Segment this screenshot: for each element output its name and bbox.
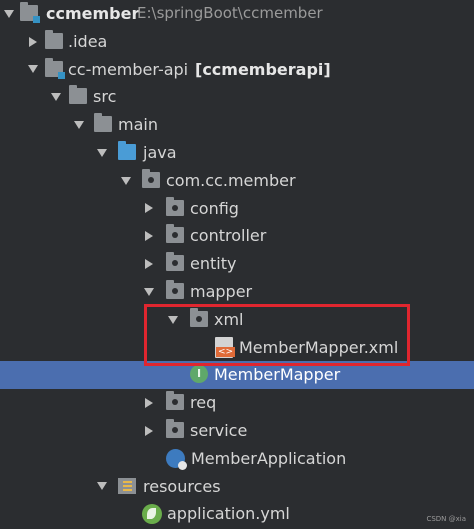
folder-icon [94,113,112,133]
source-folder-icon [118,140,136,160]
module-folder-icon [20,2,40,23]
watermark: CSDN @xia [426,515,466,523]
spring-boot-class-icon [166,448,187,470]
package-icon [166,224,184,244]
chevron-down-icon[interactable] [49,83,63,111]
chevron-down-icon[interactable] [142,278,156,306]
package-icon [190,307,208,327]
tree-row-xml[interactable]: xml [0,306,474,334]
package-icon [166,252,184,272]
chevron-right-icon[interactable] [26,28,40,56]
tree-row-application-yml[interactable]: application.yml [0,500,474,528]
tree-row-resources[interactable]: resources [0,473,474,501]
tree-row-config[interactable]: config [0,195,474,223]
xml-file-label: MemberMapper.xml [239,337,399,357]
xml-file-icon [215,336,236,358]
tree-row-mapper-interface[interactable]: I MemberMapper [0,361,474,390]
tree-row-src[interactable]: src [0,83,474,111]
folder-icon [45,29,63,49]
package-icon [166,196,184,216]
chevron-down-icon[interactable] [95,473,109,501]
tree-row-application[interactable]: MemberApplication [0,445,474,473]
package-icon [166,391,184,411]
tree-row-module[interactable]: cc-member-api [ccmemberapi] [0,56,474,84]
package-icon [166,418,184,438]
root-project-path: E:\springBoot\ccmember [137,4,323,22]
application-class-label: MemberApplication [191,448,347,468]
config-package-label: config [190,198,239,218]
mapper-interface-label: MemberMapper [214,365,341,385]
tree-row-main[interactable]: main [0,111,474,139]
service-package-label: service [190,420,248,440]
spring-leaf-icon [142,504,162,525]
resources-folder-icon [118,477,136,494]
chevron-right-icon[interactable] [142,417,156,445]
tree-row-mapper[interactable]: mapper [0,278,474,306]
chevron-right-icon[interactable] [142,222,156,250]
folder-icon [69,85,87,105]
module-folder-icon [45,57,65,79]
chevron-right-icon[interactable] [142,389,156,417]
req-package-label: req [190,393,217,413]
controller-package-label: controller [190,226,267,246]
package-icon [142,168,160,188]
tree-row-package[interactable]: com.cc.member [0,167,474,195]
chevron-down-icon[interactable] [166,306,180,334]
tree-row-service[interactable]: service [0,417,474,445]
src-folder-label: src [93,87,117,107]
mapper-package-label: mapper [190,281,253,301]
package-icon [166,279,184,299]
tree-row-req[interactable]: req [0,389,474,417]
chevron-right-icon[interactable] [142,250,156,278]
entity-package-label: entity [190,254,237,274]
resources-folder-label: resources [143,476,221,496]
chevron-down-icon[interactable] [95,139,109,167]
interface-icon: I [190,365,208,384]
module-tag: [ccmemberapi] [195,59,331,79]
tree-row-controller[interactable]: controller [0,222,474,250]
chevron-down-icon[interactable] [72,111,86,139]
tree-row-xml-file[interactable]: MemberMapper.xml [0,334,474,362]
tree-row-entity[interactable]: entity [0,250,474,278]
xml-package-label: xml [214,309,244,329]
module-name: cc-member-api [68,59,189,79]
tree-row-java[interactable]: java [0,139,474,167]
package-label: com.cc.member [166,170,296,190]
tree-row-root[interactable]: ccmember E:\springBoot\ccmember [0,0,474,28]
chevron-down-icon[interactable] [2,0,16,28]
chevron-down-icon[interactable] [26,56,40,84]
tree-row-idea[interactable]: .idea [0,28,474,56]
idea-folder-label: idea [73,31,108,51]
root-project-name: ccmember [46,4,140,23]
main-folder-label: main [118,115,158,135]
java-folder-label: java [143,142,177,162]
chevron-right-icon[interactable] [142,195,156,223]
chevron-down-icon[interactable] [119,167,133,195]
project-tree: ccmember E:\springBoot\ccmember .idea cc… [0,0,474,528]
application-yml-label: application.yml [167,504,290,524]
